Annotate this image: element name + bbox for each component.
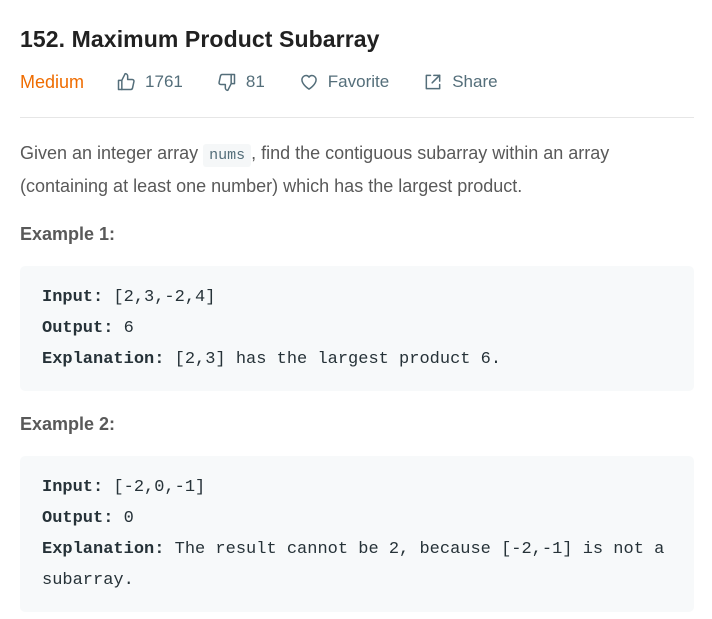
problem-description: Given an integer array nums, find the co… (20, 138, 690, 201)
favorite-label: Favorite (327, 72, 390, 91)
problem-title: 152. Maximum Product Subarray (20, 26, 380, 52)
share-button[interactable]: Share (423, 72, 498, 92)
example-1-explanation-line: Explanation: [2,3] has the largest produ… (42, 344, 672, 375)
example-1-explanation-value: [2,3] has the largest product 6. (164, 350, 502, 369)
like-count: 1761 (145, 72, 183, 91)
thumbs-up-icon (117, 72, 135, 91)
dislike-count: 81 (245, 72, 265, 91)
difficulty-badge: Medium (20, 71, 85, 92)
share-icon (425, 74, 441, 90)
problem-meta-bar: Medium 1761 81 Favorite Share (20, 68, 694, 118)
example-2-output-value: 0 (113, 509, 134, 528)
example-1-explanation-label: Explanation: (42, 350, 165, 369)
example-1-box: Input: [2,3,-2,4] Output: 6 Explanation:… (20, 266, 694, 391)
example-2-output-label: Output: (42, 509, 114, 528)
example-2-explanation-line: Explanation: The result cannot be 2, bec… (42, 534, 672, 596)
like-button[interactable]: 1761 (116, 72, 183, 92)
example-1-input-line: Input: [2,3,-2,4] (42, 282, 672, 313)
share-label: Share (452, 72, 498, 91)
example-2-input-label: Input: (42, 478, 104, 497)
description-text-part1: Given an integer array (20, 143, 204, 163)
example-2-input-value: [-2,0,-1] (103, 478, 206, 497)
example-1-output-value: 6 (113, 319, 134, 338)
example-1-input-label: Input: (42, 288, 104, 307)
dislike-button[interactable]: 81 (217, 72, 265, 92)
example-2-output-line: Output: 0 (42, 503, 672, 534)
favorite-button[interactable]: Favorite (299, 72, 389, 92)
example-1-input-value: [2,3,-2,4] (103, 288, 216, 307)
example-2-input-line: Input: [-2,0,-1] (42, 472, 672, 503)
example-1-output-line: Output: 6 (42, 313, 672, 344)
problem-panel: 152. Maximum Product Subarray Medium 176… (0, 0, 712, 612)
inline-code-nums: nums (203, 144, 252, 167)
heart-icon (300, 74, 317, 90)
example-2-explanation-label: Explanation: (42, 540, 165, 559)
example-1-output-label: Output: (42, 319, 114, 338)
thumbs-down-icon (218, 73, 236, 92)
example-1-title: Example 1: (20, 224, 116, 244)
example-2-box: Input: [-2,0,-1] Output: 0 Explanation: … (20, 456, 694, 612)
example-2-title: Example 2: (20, 414, 116, 434)
